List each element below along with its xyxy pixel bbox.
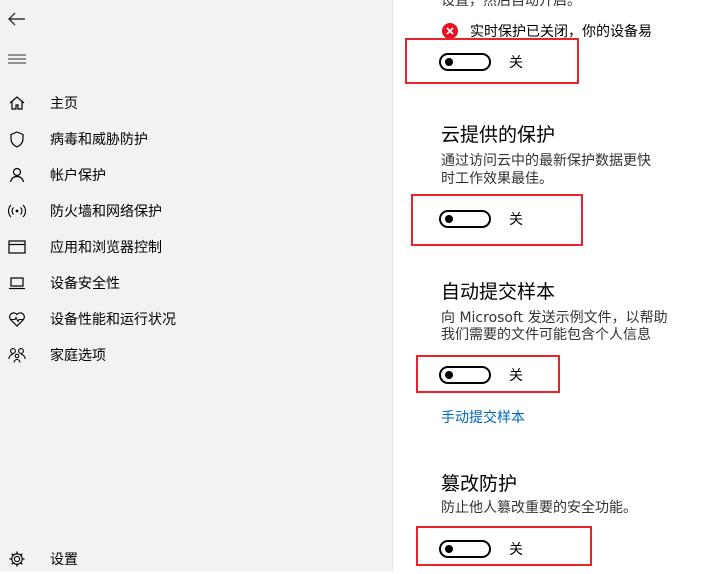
cloud-protection-desc: 时工作效果最佳。 [441, 171, 553, 187]
nav-item-label: 设备性能和运行状况 [50, 312, 176, 328]
nav-item-device-performance[interactable]: 设备性能和运行状况 [0, 304, 392, 334]
nav-item-home[interactable]: 主页 [0, 88, 392, 118]
back-arrow-icon [8, 12, 25, 26]
cloud-protection-toggle[interactable]: 关 [439, 209, 523, 229]
home-icon [8, 94, 26, 112]
tamper-protection-title: 篡改防护 [441, 473, 518, 495]
toggle-switch[interactable] [439, 210, 491, 228]
realtime-toggle[interactable]: 关 [439, 52, 523, 72]
tamper-protection-desc: 防止他人篡改重要的安全功能。 [441, 500, 637, 516]
shield-icon [8, 130, 26, 148]
toggle-switch[interactable] [439, 366, 491, 384]
nav-item-settings[interactable]: 设置 [0, 544, 392, 574]
app-browser-icon [8, 238, 26, 256]
nav-item-app-browser[interactable]: 应用和浏览器控制 [0, 232, 392, 262]
hamburger-icon [8, 54, 26, 64]
toggle-label: 关 [509, 55, 523, 71]
sample-submission-toggle[interactable]: 关 [439, 365, 523, 385]
nav-item-label: 设备安全性 [50, 276, 120, 292]
nav-item-device-security[interactable]: 设备安全性 [0, 268, 392, 298]
nav-item-virus-protection[interactable]: 病毒和威胁防护 [0, 124, 392, 154]
nav-item-firewall[interactable]: 防火墙和网络保护 [0, 196, 392, 226]
family-icon [8, 346, 26, 364]
nav-item-label: 病毒和威胁防护 [50, 132, 148, 148]
cloud-protection-desc: 通过访问云中的最新保护数据更快 [441, 153, 651, 169]
laptop-icon [8, 274, 26, 292]
toggle-switch[interactable] [439, 53, 491, 71]
toggle-label: 关 [509, 542, 523, 558]
sample-submission-desc: 我们需要的文件可能包含个人信息 [441, 327, 651, 343]
nav-item-family-options[interactable]: 家庭选项 [0, 340, 392, 370]
error-icon [442, 23, 458, 39]
nav-item-account-protection[interactable]: 帐户保护 [0, 160, 392, 190]
cloud-protection-title: 云提供的保护 [441, 124, 556, 146]
nav-item-label: 主页 [50, 96, 78, 112]
main-content: 设置，然后自动开启。 实时保护已关闭，你的设备易 关 云提供的保护 通过访问云中… [393, 0, 720, 571]
network-icon [8, 202, 26, 220]
toggle-switch[interactable] [439, 540, 491, 558]
back-button[interactable] [6, 8, 28, 30]
nav-item-label: 帐户保护 [50, 168, 106, 184]
clipped-description: 设置，然后自动开启。 [441, 0, 581, 9]
toggle-label: 关 [509, 368, 523, 384]
toggle-knob [445, 545, 453, 553]
manual-submit-link[interactable]: 手动提交样本 [441, 407, 525, 427]
settings-label: 设置 [50, 552, 78, 568]
gear-icon [8, 550, 26, 568]
heart-icon [8, 310, 26, 328]
toggle-label: 关 [509, 212, 523, 228]
person-icon [8, 166, 26, 184]
toggle-knob [445, 58, 453, 66]
nav-item-label: 应用和浏览器控制 [50, 240, 162, 256]
sample-submission-title: 自动提交样本 [441, 281, 556, 303]
nav-item-label: 家庭选项 [50, 348, 106, 364]
nav-item-label: 防火墙和网络保护 [50, 204, 162, 220]
sidebar: 主页 病毒和威胁防护 帐户保护 防火墙和网络保护 应用和浏览器控制 设备安全性 [0, 0, 392, 571]
toggle-knob [445, 371, 453, 379]
toggle-knob [445, 215, 453, 223]
menu-button[interactable] [6, 48, 28, 70]
tamper-protection-toggle[interactable]: 关 [439, 539, 523, 559]
